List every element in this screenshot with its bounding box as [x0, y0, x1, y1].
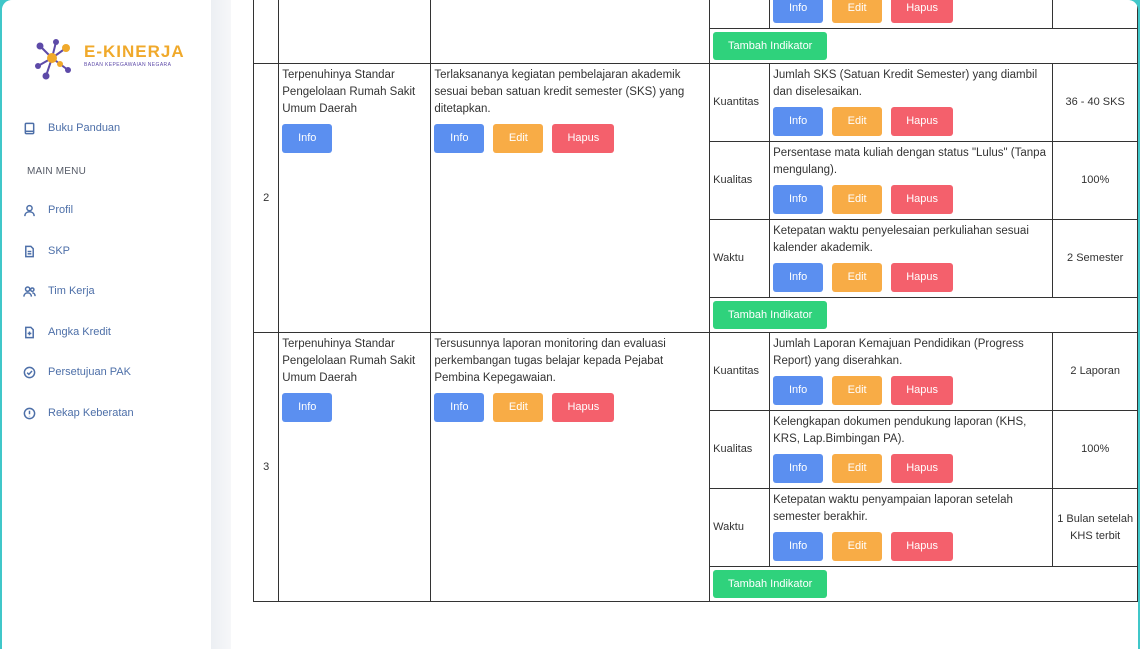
info-button[interactable]: Info [773, 107, 824, 136]
target-value: 36 - 40 SKS [1052, 63, 1138, 142]
info-button[interactable]: Info [773, 0, 824, 23]
edit-button[interactable]: Edit [832, 185, 883, 214]
network-logo-icon [35, 39, 71, 80]
user-icon [22, 203, 36, 217]
indikator-text: Ketepatan waktu penyampaian laporan sete… [773, 494, 1013, 523]
edit-button[interactable]: Edit [493, 124, 544, 153]
sidebar-item-label: Buku Panduan [48, 122, 121, 134]
edit-button[interactable]: Edit [832, 454, 883, 483]
target-value: 2 Semester [1052, 219, 1138, 298]
delete-button[interactable]: Hapus [552, 393, 615, 422]
info-button[interactable]: Info [773, 532, 824, 561]
tambah-indikator-button[interactable]: Tambah Indikator [713, 570, 828, 598]
info-button[interactable]: Info [434, 124, 485, 153]
kegiatan-text: Terlaksananya kegiatan pembelajaran akad… [434, 69, 685, 115]
target-value: 100% [1052, 141, 1138, 220]
edit-button[interactable]: Edit [493, 393, 544, 422]
sidebar-item-label: Tim Kerja [48, 285, 95, 297]
sidebar-divider [211, 0, 231, 649]
sidebar: E-KINERJA BADAN KEPEGAWAIAN NEGARA Buku … [2, 0, 211, 649]
alert-circle-icon [22, 406, 36, 420]
skp-table: Info Edit Hapus Tambah Indikator 2 Terpe… [252, 0, 1138, 602]
aspek-label: Kuantitas [709, 63, 771, 142]
table-row: 2 Terpenuhinya Standar Pengelolaan Rumah… [252, 63, 1138, 333]
edit-button[interactable]: Edit [832, 376, 883, 405]
info-button[interactable]: Info [282, 124, 333, 153]
app-logo[interactable]: E-KINERJA BADAN KEPEGAWAIAN NEGARA [32, 34, 192, 86]
document-icon [22, 244, 36, 258]
delete-button[interactable]: Hapus [891, 532, 954, 561]
indikator-text: Jumlah Laporan Kemajuan Pendidikan (Prog… [773, 338, 1024, 367]
edit-button[interactable]: Edit [832, 0, 883, 23]
aspek-label: Kualitas [709, 141, 771, 220]
book-icon [22, 121, 36, 135]
rencana-kerja-text: Terpenuhinya Standar Pengelolaan Rumah S… [282, 338, 416, 384]
sidebar-item-profil[interactable]: Profil [22, 200, 73, 220]
brand-name: E-KINERJA [84, 42, 185, 61]
sidebar-item-rekap-keberatan[interactable]: Rekap Keberatan [22, 403, 134, 423]
target-value: 1 Bulan setelah KHS terbit [1052, 488, 1138, 567]
row-number: 3 [252, 332, 280, 602]
sidebar-item-label: SKP [48, 245, 71, 257]
target-value: 2 Laporan [1052, 332, 1138, 411]
brand-subtitle: BADAN KEPEGAWAIAN NEGARA [84, 62, 172, 68]
sidebar-item-angka-kredit[interactable]: Angka Kredit [22, 322, 111, 342]
indikator-text: Persentase mata kuliah dengan status "Lu… [773, 147, 1046, 176]
info-button[interactable]: Info [282, 393, 333, 422]
main-menu-heading: MAIN MENU [27, 166, 87, 177]
sidebar-item-label: Profil [48, 204, 74, 216]
check-circle-icon [22, 365, 36, 379]
info-button[interactable]: Info [773, 454, 824, 483]
edit-button[interactable]: Edit [832, 107, 883, 136]
delete-button[interactable]: Hapus [891, 0, 954, 23]
kegiatan-text: Tersusunnya laporan monitoring dan evalu… [434, 338, 666, 384]
table-row: Info Edit Hapus [252, 0, 1138, 64]
sidebar-item-label: Rekap Keberatan [48, 407, 134, 419]
target-value: 100% [1052, 410, 1138, 489]
app-frame: E-KINERJA BADAN KEPEGAWAIAN NEGARA Buku … [2, 0, 1138, 649]
aspek-label: Waktu [709, 488, 771, 567]
rencana-kerja-text: Terpenuhinya Standar Pengelolaan Rumah S… [282, 69, 416, 115]
delete-button[interactable]: Hapus [891, 454, 954, 483]
info-button[interactable]: Info [773, 185, 824, 214]
info-button[interactable]: Info [773, 263, 824, 292]
sidebar-item-skp[interactable]: SKP [22, 241, 70, 261]
delete-button[interactable]: Hapus [891, 185, 954, 214]
edit-button[interactable]: Edit [832, 263, 883, 292]
users-icon [22, 284, 36, 298]
sidebar-item-tim-kerja[interactable]: Tim Kerja [22, 281, 95, 301]
edit-button[interactable]: Edit [832, 532, 883, 561]
sidebar-item-label: Angka Kredit [48, 326, 111, 338]
aspek-label: Kualitas [709, 410, 771, 489]
delete-button[interactable]: Hapus [552, 124, 615, 153]
indikator-text: Ketepatan waktu penyelesaian perkuliahan… [773, 225, 1029, 254]
sidebar-item-buku-panduan[interactable]: Buku Panduan [22, 118, 120, 138]
sidebar-item-persetujuan-pak[interactable]: Persetujuan PAK [22, 362, 131, 382]
main-content: Info Edit Hapus Tambah Indikator 2 Terpe… [231, 0, 1138, 649]
tambah-indikator-button[interactable]: Tambah Indikator [713, 32, 828, 60]
aspek-label: Kuantitas [709, 332, 771, 411]
file-plus-icon [22, 325, 36, 339]
delete-button[interactable]: Hapus [891, 263, 954, 292]
table-row: 3 Terpenuhinya Standar Pengelolaan Rumah… [252, 332, 1138, 602]
aspek-label: Waktu [709, 219, 771, 298]
delete-button[interactable]: Hapus [891, 107, 954, 136]
info-button[interactable]: Info [434, 393, 485, 422]
row-number: 2 [252, 63, 280, 333]
indikator-text: Kelengkapan dokumen pendukung laporan (K… [773, 416, 1027, 445]
tambah-indikator-button[interactable]: Tambah Indikator [713, 301, 828, 329]
delete-button[interactable]: Hapus [891, 376, 954, 405]
indikator-text: Jumlah SKS (Satuan Kredit Semester) yang… [773, 69, 1038, 98]
info-button[interactable]: Info [773, 376, 824, 405]
sidebar-item-label: Persetujuan PAK [48, 366, 131, 378]
